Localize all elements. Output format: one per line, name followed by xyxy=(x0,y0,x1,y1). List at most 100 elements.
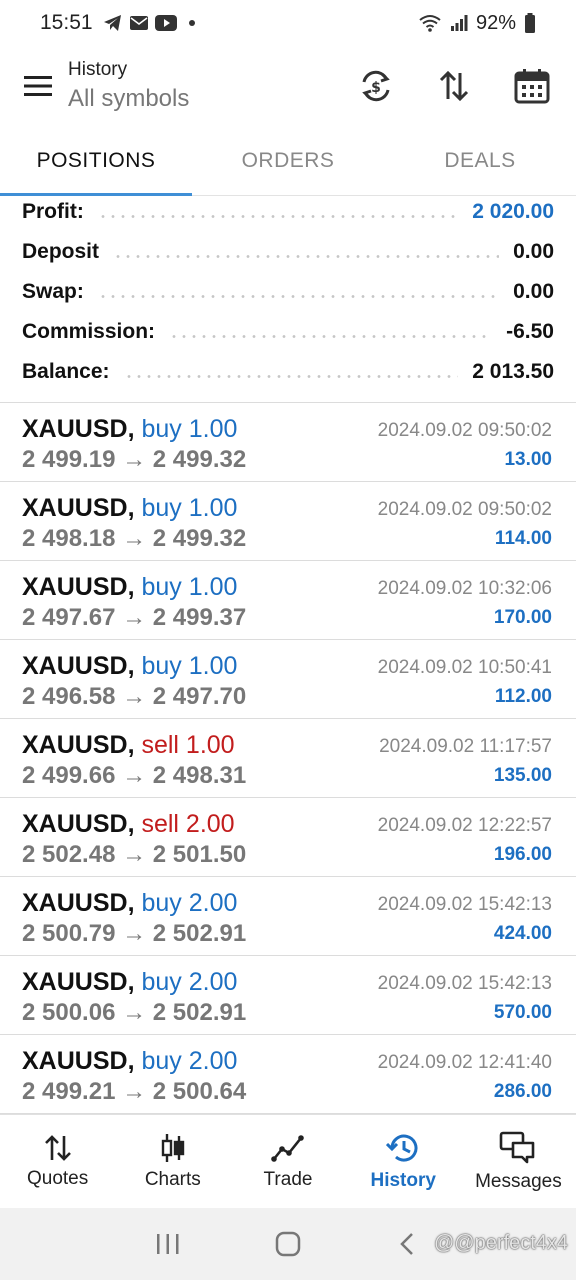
list-item[interactable]: XAUUSD, sell 2.00 2 502.48 → 2 501.50 20… xyxy=(0,798,576,877)
deal-profit: 570.00 xyxy=(493,1002,552,1023)
list-item[interactable]: XAUUSD, buy 1.00 2 497.67 → 2 499.37 202… xyxy=(0,561,576,640)
deal-title: XAUUSD, buy 1.00 xyxy=(22,573,237,602)
dotted-leader xyxy=(123,374,459,378)
open-price: 2 499.21 xyxy=(22,1078,116,1105)
deal-side: buy 1.00 xyxy=(141,494,238,522)
summary-swap: Swap: 0.00 xyxy=(0,272,576,312)
list-item[interactable]: XAUUSD, buy 1.00 2 499.19 → 2 499.32 202… xyxy=(0,403,576,482)
summary-panel: Profit: 2 020.00 Deposit 0.00 Swap: 0.00… xyxy=(0,192,576,392)
nav-label: History xyxy=(370,1169,436,1191)
list-item[interactable]: XAUUSD, sell 1.00 2 499.66 → 2 498.31 20… xyxy=(0,719,576,798)
dotted-leader xyxy=(97,214,459,218)
open-price: 2 500.06 xyxy=(22,999,116,1026)
list-item[interactable]: XAUUSD, buy 2.00 2 499.21 → 2 500.64 202… xyxy=(0,1035,576,1114)
calendar-icon xyxy=(514,69,550,104)
summary-profit: Profit: 2 020.00 xyxy=(0,192,576,232)
arrow-icon: → xyxy=(122,446,147,473)
calendar-button[interactable] xyxy=(502,56,562,116)
arrow-icon: → xyxy=(122,525,147,552)
nav-label: Trade xyxy=(263,1168,313,1190)
deal-side: sell 1.00 xyxy=(141,731,235,759)
list-item[interactable]: XAUUSD, buy 2.00 2 500.79 → 2 502.91 202… xyxy=(0,877,576,956)
tab-deals[interactable]: DEALS xyxy=(384,126,576,195)
close-price: 2 500.64 xyxy=(152,1078,247,1105)
currency-refresh-icon: $ xyxy=(362,70,390,102)
svg-text:$: $ xyxy=(371,80,381,96)
battery-percent: 92% xyxy=(475,11,516,34)
wifi-icon xyxy=(419,15,441,32)
arrow-icon: → xyxy=(122,841,147,868)
home-button[interactable] xyxy=(228,1231,348,1257)
back-icon xyxy=(400,1233,413,1255)
deal-prices: 2 499.19 → 2 499.32 xyxy=(22,446,246,474)
nav-history[interactable]: History xyxy=(346,1115,461,1208)
arrow-icon: → xyxy=(122,1078,147,1105)
deal-side: sell 2.00 xyxy=(141,810,235,838)
deal-profit: 135.00 xyxy=(493,765,552,786)
summary-label: Deposit xyxy=(22,240,100,263)
menu-button[interactable] xyxy=(8,56,68,116)
dotted-leader xyxy=(113,254,500,258)
summary-label: Balance: xyxy=(22,360,110,383)
deal-prices: 2 496.58 → 2 497.70 xyxy=(22,683,246,711)
nav-charts[interactable]: Charts xyxy=(115,1115,230,1208)
close-price: 2 498.31 xyxy=(152,762,247,789)
recents-button[interactable] xyxy=(108,1233,228,1255)
close-price: 2 499.32 xyxy=(152,525,247,552)
deal-prices: 2 499.21 → 2 500.64 xyxy=(22,1078,246,1106)
history-icon xyxy=(386,1134,418,1162)
deal-side: buy 2.00 xyxy=(141,968,238,996)
tab-orders[interactable]: ORDERS xyxy=(192,126,384,195)
summary-label: Swap: xyxy=(22,280,84,303)
deal-time: 2024.09.02 12:41:40 xyxy=(377,1052,552,1073)
close-price: 2 501.50 xyxy=(152,841,247,868)
deal-time: 2024.09.02 15:42:13 xyxy=(377,894,552,915)
deal-title: XAUUSD, buy 2.00 xyxy=(22,968,237,997)
home-icon xyxy=(275,1231,301,1257)
page-title: History xyxy=(68,59,128,80)
nav-quotes[interactable]: Quotes xyxy=(0,1115,115,1208)
deal-title: XAUUSD, buy 1.00 xyxy=(22,494,237,523)
close-price: 2 502.91 xyxy=(152,999,247,1026)
arrow-icon: → xyxy=(122,920,147,947)
list-item[interactable]: XAUUSD, buy 2.00 2 500.06 → 2 502.91 202… xyxy=(0,956,576,1035)
sort-icon xyxy=(439,70,469,102)
dot-icon xyxy=(188,20,195,26)
close-price: 2 499.37 xyxy=(152,604,247,631)
deal-side: buy 1.00 xyxy=(141,573,238,601)
deal-profit: 112.00 xyxy=(494,686,552,707)
trade-icon xyxy=(271,1134,304,1162)
summary-label: Profit: xyxy=(22,200,84,223)
deal-prices: 2 498.18 → 2 499.32 xyxy=(22,525,246,553)
open-price: 2 497.67 xyxy=(22,604,116,631)
hamburger-icon xyxy=(24,76,52,96)
deal-prices: 2 497.67 → 2 499.37 xyxy=(22,604,246,632)
arrow-icon: → xyxy=(122,683,147,710)
deal-title: XAUUSD, sell 2.00 xyxy=(22,810,235,839)
notification-icons xyxy=(103,14,195,32)
list-item[interactable]: XAUUSD, buy 1.00 2 496.58 → 2 497.70 202… xyxy=(0,640,576,719)
summary-value: 0.00 xyxy=(513,280,554,303)
summary-label: Commission: xyxy=(22,320,156,343)
status-time: 15:51 xyxy=(40,11,93,34)
summary-deposit: Deposit 0.00 xyxy=(0,232,576,272)
nav-trade[interactable]: Trade xyxy=(230,1115,345,1208)
deal-time: 2024.09.02 10:32:06 xyxy=(377,578,552,599)
mail-icon xyxy=(129,16,148,30)
deal-time: 2024.09.02 09:50:02 xyxy=(377,499,552,520)
open-price: 2 498.18 xyxy=(22,525,116,552)
tab-positions[interactable]: POSITIONS xyxy=(0,126,192,196)
nav-messages[interactable]: Messages xyxy=(461,1115,576,1208)
header-titles[interactable]: History All symbols xyxy=(68,59,189,113)
open-price: 2 502.48 xyxy=(22,841,116,868)
sort-button[interactable] xyxy=(424,56,484,116)
symbol-filter[interactable]: All symbols xyxy=(68,85,189,113)
deal-profit: 170.00 xyxy=(493,607,552,628)
currency-refresh-button[interactable]: $ xyxy=(346,56,406,116)
deal-profit: 114.00 xyxy=(494,528,552,549)
close-price: 2 497.70 xyxy=(152,683,247,710)
nav-label: Charts xyxy=(144,1168,201,1190)
bottom-nav: Quotes Charts Trade History Messages xyxy=(0,1114,576,1208)
arrow-icon: → xyxy=(122,999,147,1026)
list-item[interactable]: XAUUSD, buy 1.00 2 498.18 → 2 499.32 202… xyxy=(0,482,576,561)
